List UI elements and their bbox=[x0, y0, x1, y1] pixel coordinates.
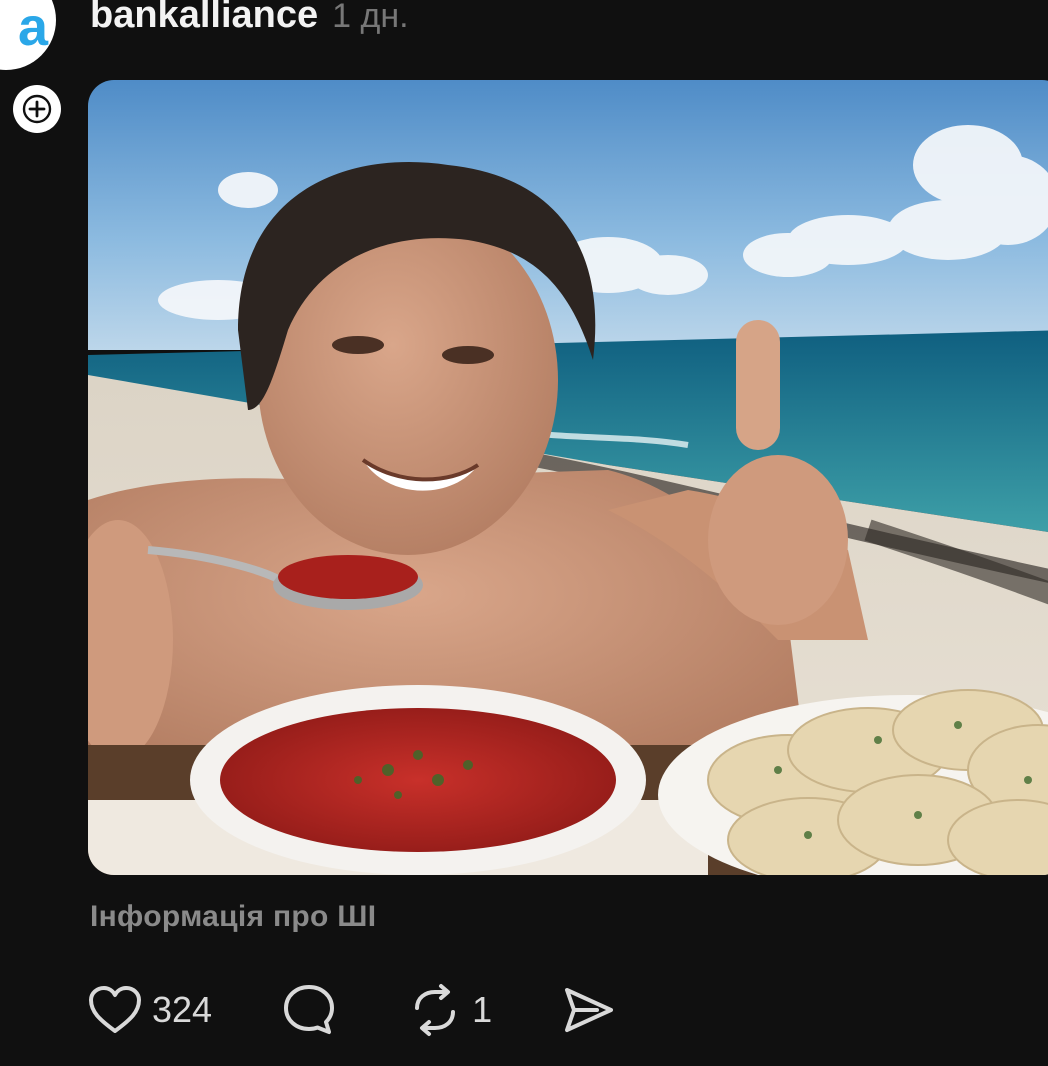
repost-icon bbox=[415, 984, 456, 1036]
post-actions: 324 1 bbox=[88, 982, 616, 1038]
avatar-logo: a bbox=[17, 0, 48, 57]
share-button[interactable] bbox=[562, 985, 616, 1035]
avatar[interactable]: a bbox=[0, 0, 56, 70]
ai-info-link[interactable]: Інформація про ШІ bbox=[90, 900, 376, 934]
like-count: 324 bbox=[152, 989, 213, 1030]
thread-post: a bankalliance 1 дн. Інформація про ШІ 3… bbox=[0, 0, 1048, 1066]
follow-button[interactable] bbox=[8, 80, 66, 138]
like-button[interactable]: 324 bbox=[88, 985, 212, 1035]
username-link[interactable]: bankalliance bbox=[90, 0, 318, 37]
comment-bubble-icon bbox=[284, 985, 335, 1034]
comment-button[interactable] bbox=[282, 983, 336, 1037]
post-image[interactable] bbox=[88, 80, 1048, 875]
send-icon bbox=[565, 988, 614, 1032]
post-photo-illustration bbox=[88, 80, 1048, 875]
plus-icon-wrap bbox=[13, 85, 61, 133]
repost-count: 1 bbox=[472, 989, 493, 1030]
repost-button[interactable]: 1 bbox=[408, 983, 492, 1037]
plus-icon bbox=[22, 94, 52, 124]
post-timestamp: 1 дн. bbox=[332, 0, 409, 35]
post-header: bankalliance 1 дн. bbox=[90, 0, 409, 37]
heart-icon bbox=[89, 986, 141, 1033]
